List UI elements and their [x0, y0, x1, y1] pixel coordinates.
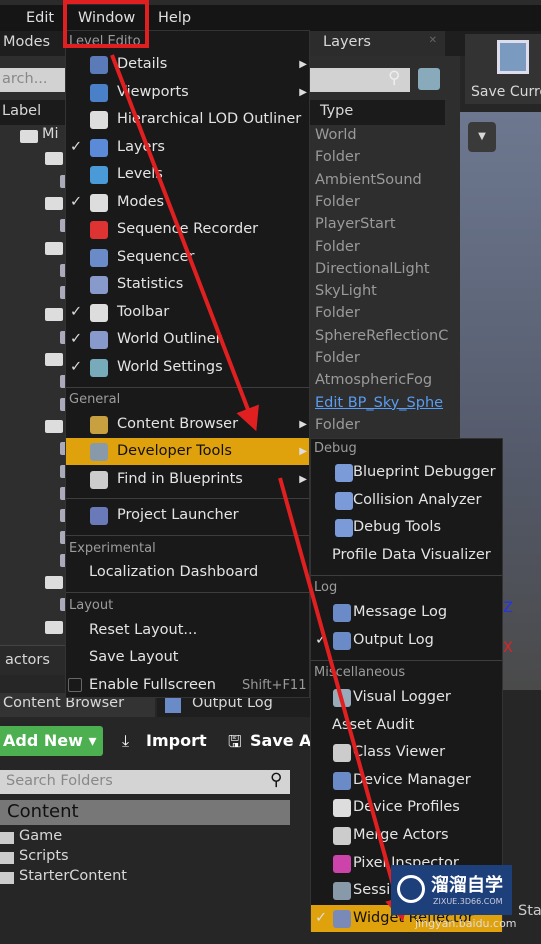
watermark-sub: ZIXUE.3D66.COM	[433, 897, 503, 906]
watermark-url: jingyan.baidu.com	[415, 917, 517, 930]
watermark: 溜溜自学 ZIXUE.3D66.COM	[391, 865, 512, 915]
arrow-to-widget-reflector	[278, 477, 409, 922]
arrow-to-developer-tools	[110, 54, 259, 432]
watermark-title: 溜溜自学	[431, 875, 503, 896]
play-logo-icon	[397, 875, 425, 903]
annotation-arrows	[110, 54, 409, 922]
